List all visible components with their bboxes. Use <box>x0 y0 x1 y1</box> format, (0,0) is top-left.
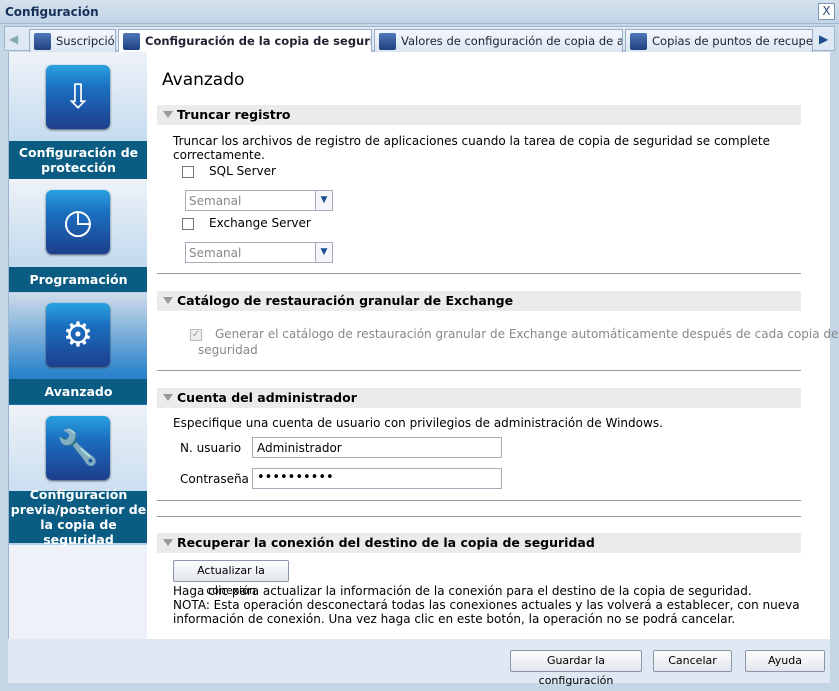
catalog-label-cont: seguridad <box>198 343 258 357</box>
divider <box>157 370 801 371</box>
help-button[interactable]: Ayuda <box>745 650 825 672</box>
tab-label: Suscripción <box>56 34 116 48</box>
divider <box>157 500 801 501</box>
catalog-label: Generar el catálogo de restauración gran… <box>215 327 839 341</box>
save-settings-button[interactable]: Guardar la configuración <box>510 650 642 687</box>
tab-recovery-point-copies[interactable]: Copias de puntos de recuperación <box>625 29 813 52</box>
sql-server-checkbox[interactable] <box>182 166 194 178</box>
reconnect-note: NOTA: Esta operación desconectará todas … <box>173 598 800 612</box>
scroll-left-icon[interactable]: ◀ <box>9 32 18 46</box>
window-title: Configuración <box>5 5 99 19</box>
chevron-down-icon: ▼ <box>315 243 332 262</box>
exchange-server-checkbox[interactable] <box>182 218 194 230</box>
truncate-description-cont: correctamente. <box>173 148 265 162</box>
tab-label: Valores de configuración de copia de arc… <box>401 34 622 48</box>
select-value: Semanal <box>189 194 242 208</box>
tab-suscripcion[interactable]: Suscripción <box>29 29 116 52</box>
sidebar-item-label: Configuración previa/posterior de la cop… <box>9 487 148 547</box>
tab-label: Copias de puntos de recuperación <box>652 34 813 48</box>
sidebar-item-advanced[interactable]: ⚙ Avanzado <box>9 293 148 405</box>
username-input[interactable]: Administrador <box>252 437 502 458</box>
sql-server-label: SQL Server <box>209 164 276 178</box>
sidebar-item-label: Avanzado <box>9 379 148 404</box>
sidebar: ⇩ Configuración de protección ◷ Programa… <box>8 52 148 639</box>
backup-icon <box>123 33 140 50</box>
password-label: Contraseña <box>180 472 249 486</box>
sidebar-item-schedule[interactable]: ◷ Programación <box>9 179 148 293</box>
reconnect-description: Haga clic para actualizar la información… <box>173 584 752 598</box>
recovery-point-icon <box>630 33 647 50</box>
select-value: Semanal <box>189 246 242 260</box>
reconnect-note-cont: información de conexión. Una vez haga cl… <box>173 612 736 626</box>
content-panel: Avanzado Truncar registro Truncar los ar… <box>147 52 838 639</box>
clock-icon: ◷ <box>46 190 110 254</box>
tab-backup-settings[interactable]: Configuración de la copia de seguridad <box>118 29 372 53</box>
sql-frequency-select[interactable]: Semanal ▼ <box>185 190 333 211</box>
tab-label: Configuración de la copia de seguridad <box>145 34 371 48</box>
section-truncate-header[interactable]: Truncar registro <box>157 105 801 125</box>
catalog-checkbox[interactable]: ✓ <box>190 329 202 341</box>
password-input[interactable]: •••••••••• <box>252 468 502 489</box>
file-copy-icon <box>379 33 396 50</box>
section-catalog-header[interactable]: Catálogo de restauración granular de Exc… <box>157 291 801 311</box>
sidebar-item-pre-post[interactable]: 🔧 Configuración previa/posterior de la c… <box>9 405 148 547</box>
user-icon <box>34 33 51 50</box>
exchange-server-label: Exchange Server <box>209 216 311 230</box>
exchange-frequency-select[interactable]: Semanal ▼ <box>185 242 333 263</box>
tab-file-copy-settings[interactable]: Valores de configuración de copia de arc… <box>374 29 623 52</box>
section-admin-header[interactable]: Cuenta del administrador <box>157 388 801 408</box>
divider <box>157 516 801 517</box>
sidebar-item-protection[interactable]: ⇩ Configuración de protección <box>9 52 148 179</box>
sidebar-item-label: Programación <box>9 267 148 292</box>
refresh-connection-button[interactable]: Actualizar la conexión <box>173 560 289 597</box>
download-drive-icon: ⇩ <box>46 65 110 129</box>
wrench-icon: 🔧 <box>46 416 110 480</box>
gears-icon: ⚙ <box>46 303 110 367</box>
section-reconnect-header[interactable]: Recuperar la conexión del destino de la … <box>157 533 801 553</box>
scroll-right-icon[interactable]: ▶ <box>819 32 828 46</box>
title-bar: Configuración X <box>0 0 839 24</box>
truncate-description: Truncar los archivos de registro de apli… <box>173 134 770 148</box>
sidebar-item-label: Configuración de protección <box>9 141 148 179</box>
footer-bar: Guardar la configuración Cancelar Ayuda <box>8 639 830 687</box>
admin-description: Especifique una cuenta de usuario con pr… <box>173 416 663 430</box>
cancel-button[interactable]: Cancelar <box>653 650 732 672</box>
divider <box>157 273 801 274</box>
tab-strip: ◀ Suscripción Configuración de la copia … <box>4 26 835 53</box>
username-label: N. usuario <box>180 441 242 455</box>
page-title: Avanzado <box>162 70 245 90</box>
close-button[interactable]: X <box>818 3 835 20</box>
chevron-down-icon: ▼ <box>315 191 332 210</box>
